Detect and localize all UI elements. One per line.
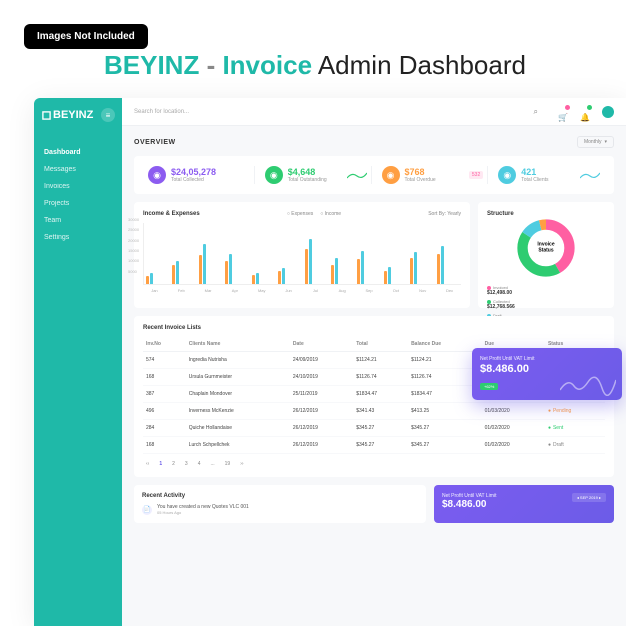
brand-name: BEYINZ xyxy=(104,50,199,80)
structure-card: Structure Invoice Status Invoiced$12,498… xyxy=(478,202,614,308)
images-not-included-badge: Images Not Included xyxy=(24,24,148,49)
stat-card: ◉ $4,648Total Outstanding xyxy=(261,166,372,184)
stat-icon: ◉ xyxy=(382,166,400,184)
page-2[interactable]: 2 xyxy=(169,460,178,468)
net-profit-float-card: Net Profit Until VAT Limit $8.486.00 +62… xyxy=(472,348,622,400)
donut-chart: Invoice Status xyxy=(515,217,577,279)
stat-icon: ◉ xyxy=(498,166,516,184)
sidebar-item-projects[interactable]: Projects xyxy=(44,195,112,212)
menu-toggle-icon[interactable] xyxy=(101,108,115,122)
sidebar-item-dashboard[interactable]: Dashboard xyxy=(44,144,112,161)
growth-badge: +62% xyxy=(480,383,498,390)
table-row[interactable]: 168Lurch Schpellchek26/12/2019$345.27$34… xyxy=(143,437,605,454)
sidebar-item-settings[interactable]: Settings xyxy=(44,229,112,246)
chart-title: Income & Expenses xyxy=(143,211,200,217)
table-row[interactable]: 284Quiche Hollandaise26/12/2019$345.27$3… xyxy=(143,420,605,437)
cart-icon[interactable] xyxy=(558,107,568,117)
stat-card: ◉ 421Total Clients xyxy=(494,166,604,184)
sidebar: BEYINZ DashboardMessagesInvoicesProjects… xyxy=(34,98,122,626)
table-row[interactable]: 496Inverness McKenzie26/12/2019$341.43$4… xyxy=(143,403,605,420)
next-icon[interactable]: ›› xyxy=(237,460,246,468)
prev-icon[interactable]: ‹‹ xyxy=(143,460,152,468)
topbar: Search for location... xyxy=(122,98,626,126)
chart-legend: ExpensesIncome xyxy=(287,211,341,217)
page-3[interactable]: 3 xyxy=(182,460,191,468)
stat-card: ◉ $24,05,278Total Collected xyxy=(144,166,255,184)
sidebar-item-messages[interactable]: Messages xyxy=(44,161,112,178)
sidebar-item-invoices[interactable]: Invoices xyxy=(44,178,112,195)
stat-icon: ◉ xyxy=(265,166,283,184)
stat-card: ◉ $768Total Overdue 532 xyxy=(378,166,489,184)
notification-icon[interactable] xyxy=(580,107,590,117)
stat-icon: ◉ xyxy=(148,166,166,184)
invoice-table-card: Recent Invoice Lists Inv.NoClients NameD… xyxy=(134,316,614,477)
search-input[interactable]: Search for location... xyxy=(134,107,558,117)
avatar[interactable] xyxy=(602,106,614,118)
period-select[interactable]: Monthly xyxy=(577,136,614,148)
page-19[interactable]: 19 xyxy=(222,460,234,468)
pagination[interactable]: ‹‹ 1234... 19›› xyxy=(143,460,605,468)
activity-icon: 📄 xyxy=(142,505,152,515)
page-1[interactable]: 1 xyxy=(156,460,165,468)
page-title: BEYINZ - Invoice Admin Dashboard xyxy=(104,50,526,81)
page-4[interactable]: 4 xyxy=(195,460,204,468)
dashboard-window: BEYINZ DashboardMessagesInvoicesProjects… xyxy=(34,98,626,626)
date-picker[interactable]: ◂ SEP 2019 ▸ xyxy=(572,493,606,502)
overview-title: OVERVIEW xyxy=(134,139,176,146)
sort-select[interactable]: Sort By: Yearly xyxy=(428,211,461,217)
income-expenses-card: Income & Expenses ExpensesIncome Sort By… xyxy=(134,202,470,308)
activity-item: 📄 You have created a new Quotes VLC 001 … xyxy=(142,504,418,515)
recent-activity-card: Recent Activity 📄 You have created a new… xyxy=(134,485,426,523)
page-...[interactable]: ... xyxy=(207,460,217,468)
net-profit-card: Net Profit Until VAT Limit $8.486.00 ◂ S… xyxy=(434,485,614,523)
stats-row: ◉ $24,05,278Total Collected ◉ $4,648Tota… xyxy=(134,156,614,194)
sidebar-item-team[interactable]: Team xyxy=(44,212,112,229)
table-title: Recent Invoice Lists xyxy=(143,325,605,331)
